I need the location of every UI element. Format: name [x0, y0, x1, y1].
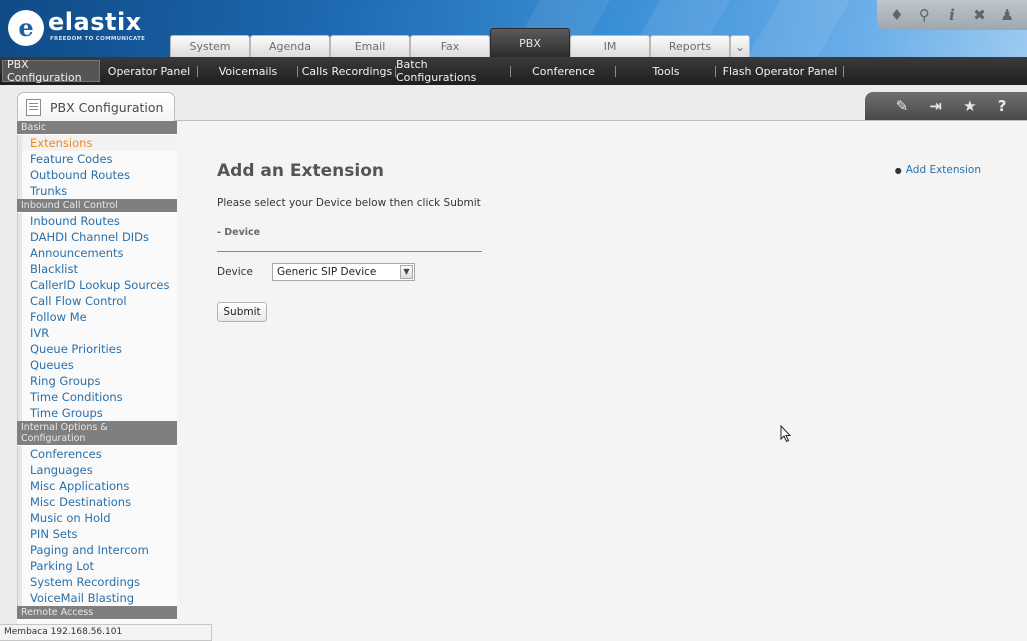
subnav-pbx-configuration[interactable]: PBX Configuration [2, 58, 100, 84]
sidebar-item-feature-codes[interactable]: Feature Codes [17, 151, 177, 167]
device-select[interactable]: Generic SIP Device ▼ [272, 263, 415, 281]
sidebar-item-ivr[interactable]: IVR [17, 325, 177, 341]
device-select-value: Generic SIP Device [277, 266, 377, 278]
sidebar-section-inbound: Inbound Call Control [17, 199, 177, 213]
sub-navigation: PBX Configuration Operator Panel Voicema… [0, 57, 1027, 85]
user-icon[interactable]: ♟ [996, 6, 1018, 24]
add-extension-link[interactable]: ● Add Extension [895, 164, 981, 176]
tab-system[interactable]: System [170, 35, 250, 57]
sidebar-item-ring-groups[interactable]: Ring Groups [17, 373, 177, 389]
sidebar-item-system-recordings[interactable]: System Recordings [17, 574, 177, 590]
page-title: Add an Extension [217, 161, 384, 181]
submit-button[interactable]: Submit [217, 302, 267, 322]
flame-icon[interactable]: ♦ [886, 6, 908, 24]
module-title: PBX Configuration [50, 100, 164, 115]
instruction-text: Please select your Device below then cli… [217, 197, 481, 209]
tab-pbx[interactable]: PBX [490, 28, 570, 57]
subnav-voicemails[interactable]: Voicemails [198, 57, 298, 85]
sidebar-item-conferences[interactable]: Conferences [17, 446, 177, 462]
sidebar-item-misc-applications[interactable]: Misc Applications [17, 478, 177, 494]
sidebar-item-follow-me[interactable]: Follow Me [17, 309, 177, 325]
module-toolbar: ✎ ⇥ ★ ? [865, 92, 1027, 120]
sidebar-item-call-flow-control[interactable]: Call Flow Control [17, 293, 177, 309]
device-section-label: - Device [217, 227, 261, 238]
tab-im[interactable]: IM [570, 35, 650, 57]
sidebar-section-internal-options: Internal Options & Configuration [17, 421, 177, 446]
sidebar-item-trunks[interactable]: Trunks [17, 183, 177, 199]
module-bar: PBX Configuration ✎ ⇥ ★ ? [0, 85, 1027, 122]
subnav-calls-recordings[interactable]: Calls Recordings [298, 57, 396, 85]
elastix-logo[interactable]: e elastix FREEDOM TO COMMUNICATE [8, 8, 158, 48]
sidebar-item-languages[interactable]: Languages [17, 462, 177, 478]
document-icon [26, 99, 41, 116]
main-content: Add an Extension ● Add Extension Please s… [177, 121, 1027, 641]
add-extension-link-label[interactable]: Add Extension [906, 164, 981, 176]
sidebar-section-remote-access: Remote Access [17, 606, 177, 620]
sidebar-item-callerid-lookup[interactable]: CallerID Lookup Sources [17, 277, 177, 293]
header-banner: e elastix FREEDOM TO COMMUNICATE ♦ ⚲ i ✖… [0, 0, 1027, 57]
tab-email[interactable]: Email [330, 35, 410, 57]
status-bar: Membaca 192.168.56.101 [0, 624, 212, 641]
logo-text: elastix [48, 8, 142, 36]
tools-icon[interactable]: ✖ [969, 6, 991, 24]
more-tabs-chevron-icon[interactable]: ⌄ [730, 35, 750, 57]
search-icon[interactable]: ⚲ [913, 6, 935, 24]
subnav-conference[interactable]: Conference [511, 57, 616, 85]
device-label: Device [217, 266, 253, 278]
collapse-icon[interactable]: ⇥ [929, 97, 942, 115]
sidebar-item-dahdi-channel-dids[interactable]: DAHDI Channel DIDs [17, 229, 177, 245]
star-icon[interactable]: ★ [963, 97, 976, 115]
sidebar-item-announcements[interactable]: Announcements [17, 245, 177, 261]
sidebar-item-time-conditions[interactable]: Time Conditions [17, 389, 177, 405]
sidebar-item-blacklist[interactable]: Blacklist [17, 261, 177, 277]
sidebar-item-outbound-routes[interactable]: Outbound Routes [17, 167, 177, 183]
section-divider [217, 251, 482, 252]
edit-icon[interactable]: ✎ [896, 97, 909, 115]
sidebar-item-music-on-hold[interactable]: Music on Hold [17, 510, 177, 526]
sidebar-item-misc-destinations[interactable]: Misc Destinations [17, 494, 177, 510]
mouse-cursor-icon [780, 425, 792, 443]
tab-agenda[interactable]: Agenda [250, 35, 330, 57]
tab-fax[interactable]: Fax [410, 35, 490, 57]
sidebar-menu: Basic Extensions Feature Codes Outbound … [17, 121, 177, 641]
top-icon-bar: ♦ ⚲ i ✖ ♟ [877, 0, 1027, 30]
sidebar-item-paging-intercom[interactable]: Paging and Intercom [17, 542, 177, 558]
module-tab: PBX Configuration [17, 92, 175, 122]
sidebar-item-extensions[interactable]: Extensions [17, 135, 177, 151]
logo-mark: e [8, 10, 44, 46]
logo-tagline: FREEDOM TO COMMUNICATE [50, 36, 146, 42]
sidebar-item-parking-lot[interactable]: Parking Lot [17, 558, 177, 574]
sidebar-item-pin-sets[interactable]: PIN Sets [17, 526, 177, 542]
help-icon[interactable]: ? [998, 97, 1007, 115]
info-icon[interactable]: i [941, 6, 963, 24]
subnav-batch-configurations[interactable]: Batch Configurations [396, 57, 511, 85]
subnav-tools[interactable]: Tools [616, 57, 716, 85]
sidebar-item-voicemail-blasting[interactable]: VoiceMail Blasting [17, 590, 177, 606]
subnav-flash-operator-panel[interactable]: Flash Operator Panel [716, 57, 844, 85]
bullet-icon: ● [894, 166, 902, 175]
subnav-operator-panel[interactable]: Operator Panel [100, 57, 198, 85]
sidebar-item-inbound-routes[interactable]: Inbound Routes [17, 213, 177, 229]
sidebar-item-queues[interactable]: Queues [17, 357, 177, 373]
sidebar-item-queue-priorities[interactable]: Queue Priorities [17, 341, 177, 357]
chevron-down-icon[interactable]: ▼ [400, 265, 413, 279]
tab-reports[interactable]: Reports [650, 35, 730, 57]
sidebar-item-time-groups[interactable]: Time Groups [17, 405, 177, 421]
sidebar-section-basic: Basic [17, 121, 177, 135]
main-tabs: System Agenda Email Fax PBX IM Reports ⌄ [170, 28, 750, 57]
